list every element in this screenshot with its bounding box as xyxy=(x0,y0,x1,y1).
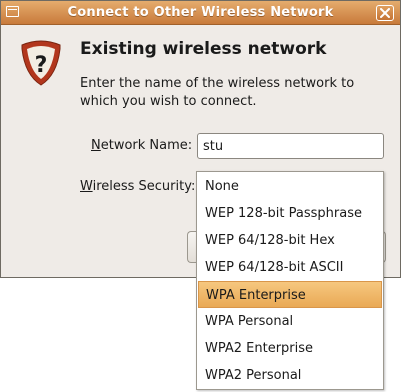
network-name-label: Network Name: xyxy=(91,138,192,153)
dropdown-option-wpa2-personal[interactable]: WPA2 Personal xyxy=(198,362,382,389)
title-bar[interactable]: Connect to Other Wireless Network xyxy=(1,1,400,25)
dropdown-option-wpa-personal[interactable]: WPA Personal xyxy=(198,308,382,335)
close-button[interactable] xyxy=(376,5,394,21)
network-name-label-text: etwork Name: xyxy=(100,138,193,153)
dialog-description: Enter the name of the wireless network t… xyxy=(80,76,355,109)
wireless-security-label-text: ireless Security: xyxy=(92,179,196,194)
wireless-security-mnemonic: W xyxy=(80,179,93,194)
dropdown-option-wep-128-passphrase[interactable]: WEP 128-bit Passphrase xyxy=(198,200,382,227)
wireless-security-dropdown-list[interactable]: None WEP 128-bit Passphrase WEP 64/128-b… xyxy=(196,171,384,390)
close-icon xyxy=(380,8,390,18)
network-name-mnemonic: N xyxy=(91,138,101,153)
dropdown-option-wep-hex[interactable]: WEP 64/128-bit Hex xyxy=(198,227,382,254)
dropdown-option-wep-ascii[interactable]: WEP 64/128-bit ASCII xyxy=(198,254,382,281)
network-name-input[interactable] xyxy=(197,133,384,159)
dropdown-option-wpa-enterprise[interactable]: WPA Enterprise xyxy=(198,281,382,308)
svg-text:?: ? xyxy=(35,53,48,78)
warning-question-icon: ? xyxy=(21,40,61,86)
wireless-security-label: Wireless Security: xyxy=(80,179,195,194)
dialog-heading: Existing wireless network xyxy=(80,39,327,59)
dropdown-option-wpa2-enterprise[interactable]: WPA2 Enterprise xyxy=(198,335,382,362)
dropdown-option-none[interactable]: None xyxy=(198,173,382,200)
window-title: Connect to Other Wireless Network xyxy=(67,5,334,20)
